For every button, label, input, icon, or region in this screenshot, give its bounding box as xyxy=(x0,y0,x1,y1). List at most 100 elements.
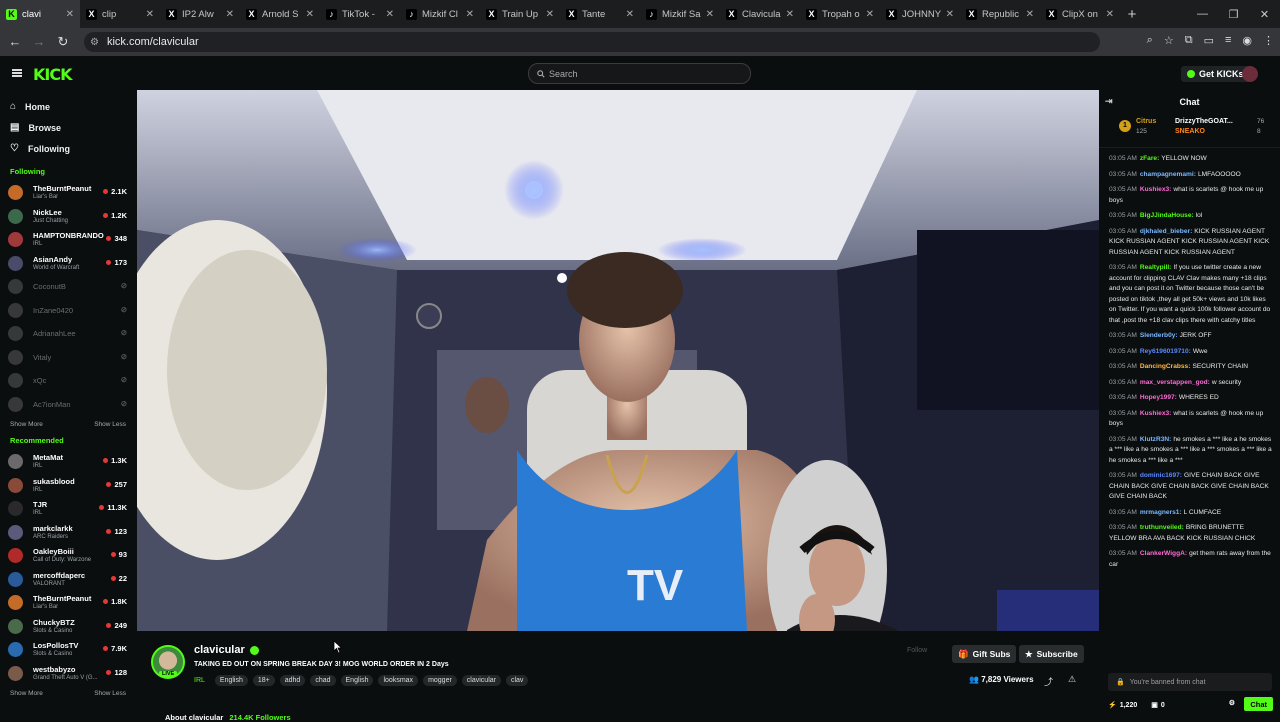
settings-icon[interactable]: ⚙ xyxy=(1229,699,1235,707)
sidebar-channel[interactable]: xQc ⊘ xyxy=(0,369,136,393)
back-icon[interactable]: ← xyxy=(3,34,27,49)
search-input[interactable]: Search xyxy=(528,63,751,84)
forward-icon[interactable]: → xyxy=(27,34,51,49)
sidebar-nav-following[interactable]: ♡ Following xyxy=(0,138,136,159)
reload-icon[interactable]: ↻ xyxy=(51,34,75,50)
streamer-name[interactable]: clavicular xyxy=(194,644,259,656)
sidebar-channel[interactable]: Ac7ionMan ⊘ xyxy=(0,393,136,417)
video-player[interactable]: TV xyxy=(137,90,1099,631)
cast-icon[interactable]: ▭ xyxy=(1204,34,1214,47)
message-username[interactable]: BigJJindaHouse: xyxy=(1140,212,1194,219)
extensions-icon[interactable]: ⧉ xyxy=(1185,34,1193,47)
sidebar-channel[interactable]: CoconutB ⊘ xyxy=(0,275,136,299)
url-field[interactable]: ⚙ kick.com/clavicular xyxy=(84,32,1100,52)
show-more-link[interactable]: Show More xyxy=(10,421,43,428)
message-username[interactable]: mrmagners1: xyxy=(1140,509,1182,516)
sidebar-channel[interactable]: TheBurntPeanut Liar's Bar 1.8K xyxy=(0,591,136,615)
message-username[interactable]: Kushiex3: xyxy=(1140,410,1172,417)
bookmark-star-icon[interactable]: ☆ xyxy=(1164,34,1174,47)
stream-tag[interactable]: 18+ xyxy=(252,675,275,686)
browser-tab[interactable]: X Tante ✕ xyxy=(560,0,640,28)
tab-close-icon[interactable]: ✕ xyxy=(1106,9,1114,20)
message-username[interactable]: zFare: xyxy=(1140,155,1159,162)
message-username[interactable]: Kushiex3: xyxy=(1140,186,1172,193)
sidebar-channel[interactable]: westbabyzo Grand Theft Auto V (G... 128 xyxy=(0,662,136,686)
sidebar-channel[interactable]: TheBurntPeanut Liar's Bar 2.1K xyxy=(0,181,136,205)
stream-tag[interactable]: English xyxy=(340,675,374,686)
tab-close-icon[interactable]: ✕ xyxy=(386,9,394,20)
show-less-link[interactable]: Show Less xyxy=(94,421,126,428)
stream-tag[interactable]: chad xyxy=(310,675,336,686)
message-username[interactable]: KlutzR3N: xyxy=(1140,436,1172,443)
tab-close-icon[interactable]: ✕ xyxy=(786,9,794,20)
tab-close-icon[interactable]: ✕ xyxy=(546,9,554,20)
browser-tab[interactable]: X ClipX on ✕ xyxy=(1040,0,1120,28)
media-icon[interactable]: ≡ xyxy=(1225,34,1231,47)
send-chat-button[interactable]: Chat xyxy=(1244,697,1273,711)
follow-button[interactable]: Follow xyxy=(907,647,927,654)
browser-tab[interactable]: X Tropah o ✕ xyxy=(800,0,880,28)
sidebar-channel[interactable]: NickLee Just Chatting 1.2K xyxy=(0,205,136,229)
sidebar-nav-browse[interactable]: ▤ Browse xyxy=(0,117,136,138)
tab-close-icon[interactable]: ✕ xyxy=(146,9,154,20)
browser-tab[interactable]: X Clavicula ✕ xyxy=(720,0,800,28)
get-kicks-button[interactable]: Get KICKs xyxy=(1181,66,1250,82)
site-info-icon[interactable]: ⚙ xyxy=(90,37,99,48)
sidebar-channel[interactable]: LosPollosTV Slots & Casino 7.9K xyxy=(0,638,136,662)
tab-close-icon[interactable]: ✕ xyxy=(706,9,714,20)
share-icon[interactable]: ⤴ xyxy=(1044,675,1053,688)
sidebar-channel[interactable]: ChuckyBTZ Slots & Casino 249 xyxy=(0,615,136,639)
browser-tab[interactable]: X Train Up ✕ xyxy=(480,0,560,28)
menu-icon[interactable]: ⋮ xyxy=(1263,34,1274,47)
browser-tab[interactable]: ♪ Mizkif Cl ✕ xyxy=(400,0,480,28)
message-username[interactable]: ClankerWiggA: xyxy=(1140,550,1187,557)
browser-tab[interactable]: ♪ Mizkif Sa ✕ xyxy=(640,0,720,28)
browser-tab[interactable]: Xclip ✕ xyxy=(80,0,160,28)
sidebar-channel[interactable]: sukasblood IRL 257 xyxy=(0,474,136,498)
tab-close-icon[interactable]: ✕ xyxy=(306,9,314,20)
sidebar-channel[interactable]: AdrianahLee ⊘ xyxy=(0,322,136,346)
stream-tag[interactable]: looksmax xyxy=(378,675,419,686)
sidebar-channel[interactable]: markclarkk ARC Raiders 123 xyxy=(0,521,136,545)
stream-tag[interactable]: adhd xyxy=(279,675,306,686)
sidebar-channel[interactable]: InZane0420 ⊘ xyxy=(0,299,136,323)
stream-tag[interactable]: clavicular xyxy=(461,675,501,686)
zoom-icon[interactable]: ⌕ xyxy=(1147,34,1153,47)
new-tab-icon[interactable]: + xyxy=(1120,6,1144,23)
restore-icon[interactable]: ❐ xyxy=(1218,0,1249,28)
tab-close-icon[interactable]: ✕ xyxy=(66,9,74,20)
sidebar-nav-home[interactable]: ⌂ Home xyxy=(0,96,136,117)
profile-icon[interactable]: ◉ xyxy=(1242,34,1252,47)
sidebar-channel[interactable]: AsianAndy World of Warcraft 173 xyxy=(0,252,136,276)
stream-tag[interactable]: clav xyxy=(505,675,529,686)
minimize-icon[interactable]: — xyxy=(1187,0,1218,28)
collapse-chat-icon[interactable]: ⇥ xyxy=(1105,96,1113,107)
chat-input[interactable]: 🔒 You're banned from chat xyxy=(1108,673,1272,691)
browser-tab[interactable]: ♪ TikTok - ✕ xyxy=(320,0,400,28)
message-username[interactable]: champagnemami: xyxy=(1140,171,1196,178)
category-link[interactable]: IRL xyxy=(194,675,210,686)
gift-icon[interactable]: ▣ xyxy=(1151,701,1158,709)
tab-close-icon[interactable]: ✕ xyxy=(946,9,954,20)
sidebar-channel[interactable]: MetaMat IRL 1.3K xyxy=(0,450,136,474)
message-username[interactable]: dominic1697: xyxy=(1140,472,1182,479)
message-username[interactable]: max_verstappen_god: xyxy=(1140,379,1210,386)
show-less-link[interactable]: Show Less xyxy=(94,690,126,697)
message-username[interactable]: Rey6196019710: xyxy=(1140,348,1191,355)
tab-close-icon[interactable]: ✕ xyxy=(1026,9,1034,20)
stream-tag[interactable]: English xyxy=(214,675,248,686)
message-username[interactable]: Realtypill: xyxy=(1140,264,1172,271)
browser-tab[interactable]: X JOHNNY o ✕ xyxy=(880,0,960,28)
message-username[interactable]: Slenderb0y: xyxy=(1140,332,1178,339)
browser-tab[interactable]: X Republic ✕ xyxy=(960,0,1040,28)
browser-tab[interactable]: X IP2 Alw ✕ xyxy=(160,0,240,28)
sidebar-channel[interactable]: TJR IRL 11.3K xyxy=(0,497,136,521)
message-username[interactable]: djkhaled_bieber: xyxy=(1140,228,1192,235)
message-username[interactable]: truthunveiled: xyxy=(1140,524,1184,531)
sidebar-channel[interactable]: HAMPTONBRANDO IRL 348 xyxy=(0,228,136,252)
stream-tag[interactable]: mogger xyxy=(423,675,457,686)
gifter-name[interactable]: SNEAKO xyxy=(1175,128,1205,135)
browser-tab[interactable]: X Arnold S ✕ xyxy=(240,0,320,28)
subscribe-button[interactable]: ★ Subscribe xyxy=(1019,645,1084,663)
user-avatar[interactable] xyxy=(1242,66,1258,82)
